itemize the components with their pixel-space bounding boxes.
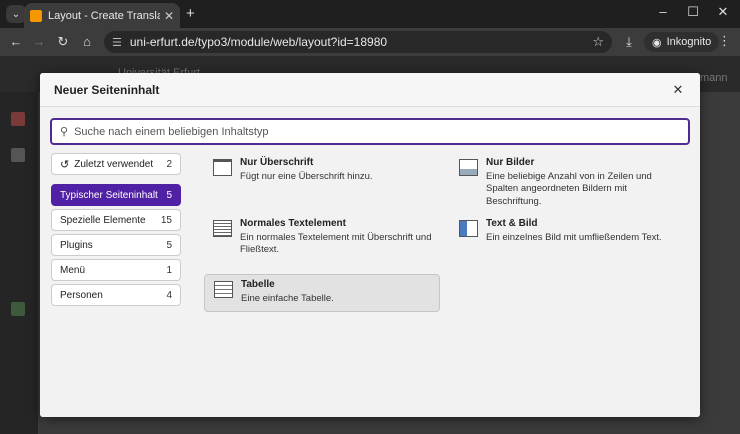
category-count: 2 <box>166 158 172 170</box>
download-icon[interactable]: ⤓ <box>620 33 638 51</box>
module-page-icon <box>11 112 25 126</box>
category-label: Zuletzt verwendet <box>74 158 154 170</box>
forward-icon[interactable]: → <box>30 33 48 51</box>
category-count: 1 <box>166 264 172 276</box>
search-input[interactable] <box>74 125 680 138</box>
content-type-text-image[interactable]: Text & Bild Ein einzelnes Bild mit umfli… <box>450 214 686 252</box>
browser-toolbar: ← → ↻ ⌂ ☰ uni-erfurt.de/typo3/module/web… <box>0 28 740 56</box>
content-type-desc: Fügt nur eine Überschrift hinzu. <box>240 171 373 182</box>
content-type-header[interactable]: Nur Überschrift Fügt nur eine Überschrif… <box>204 153 440 191</box>
new-tab-icon[interactable]: + <box>186 5 195 22</box>
content-type-title: Tabelle <box>241 279 275 290</box>
category-label: Plugins <box>60 239 93 251</box>
modal-header: Neuer Seiteninhalt ✕ <box>40 73 700 107</box>
content-type-title: Text & Bild <box>486 218 538 229</box>
content-type-images[interactable]: Nur Bilder Eine beliebige Anzahl von in … <box>450 153 686 207</box>
category-typical[interactable]: Typischer Seiteninhalt 5 <box>51 184 181 206</box>
category-count: 15 <box>160 214 172 226</box>
search-icon: ⚲ <box>60 126 69 138</box>
history-icon: ↺ <box>60 158 70 171</box>
content-type-text[interactable]: Normales Textelement Ein normales Textel… <box>204 214 440 255</box>
content-type-desc: Eine beliebige Anzahl von in Zeilen und … <box>486 171 652 207</box>
content-type-title: Nur Überschrift <box>240 157 314 168</box>
window-close-icon[interactable]: ✕ <box>714 4 732 20</box>
typo3-favicon-icon <box>30 9 42 22</box>
category-label: Personen <box>60 289 103 301</box>
reload-icon[interactable]: ↻ <box>54 33 72 51</box>
category-count: 5 <box>166 189 172 201</box>
content-type-search[interactable]: ⚲ <box>50 118 690 145</box>
category-label: Menü <box>60 264 86 276</box>
maximize-icon[interactable]: ☐ <box>684 4 702 20</box>
category-label: Typischer Seiteninhalt <box>60 189 158 201</box>
category-count: 4 <box>166 289 172 301</box>
browser-menu-icon[interactable]: ⋮ <box>718 33 731 49</box>
module-extension-icon <box>11 302 25 316</box>
category-special[interactable]: Spezielle Elemente 15 <box>51 209 181 231</box>
category-persons[interactable]: Personen 4 <box>51 284 181 306</box>
module-list-icon <box>11 148 25 162</box>
back-icon[interactable]: ← <box>7 33 25 51</box>
content-type-table[interactable]: Tabelle Eine einfache Tabelle. <box>204 274 440 312</box>
browser-tabbar: ⌄ Layout - Create Translation · Uni ✕ + … <box>0 0 740 28</box>
backend-user-name: mann <box>700 72 728 84</box>
table-element-icon <box>214 281 233 298</box>
content-type-title: Nur Bilder <box>486 157 535 168</box>
url-text: uni-erfurt.de/typo3/module/web/layout?id… <box>129 35 388 49</box>
text-image-element-icon <box>459 220 478 237</box>
home-icon[interactable]: ⌂ <box>78 33 96 51</box>
minimize-icon[interactable]: – <box>654 4 672 19</box>
site-info-icon[interactable]: ☰ <box>112 36 122 49</box>
tab-title: Layout - Create Translation · Uni <box>48 9 160 22</box>
modal-close-icon[interactable]: ✕ <box>670 82 686 98</box>
category-label: Spezielle Elemente <box>60 214 146 226</box>
incognito-icon: ◉ <box>652 36 662 49</box>
tab-search-chevron-icon[interactable]: ⌄ <box>6 5 26 23</box>
text-element-icon <box>213 220 232 237</box>
bookmark-star-icon[interactable]: ☆ <box>592 34 604 50</box>
incognito-label: Inkognito <box>666 36 712 48</box>
new-content-modal: Neuer Seiteninhalt ✕ ⚲ ↺ Zuletzt verwend… <box>40 73 700 417</box>
category-count: 5 <box>166 239 172 251</box>
backend-module-sidebar <box>0 92 38 434</box>
modal-title: Neuer Seiteninhalt <box>54 82 160 97</box>
category-recent[interactable]: ↺ Zuletzt verwendet 2 <box>51 153 181 175</box>
incognito-badge[interactable]: ◉ Inkognito <box>644 32 720 52</box>
content-type-desc: Eine einfache Tabelle. <box>241 293 334 304</box>
address-bar[interactable]: ☰ uni-erfurt.de/typo3/module/web/layout?… <box>104 31 612 53</box>
category-plugins[interactable]: Plugins 5 <box>51 234 181 256</box>
content-type-title: Normales Textelement <box>240 218 346 229</box>
category-menu[interactable]: Menü 1 <box>51 259 181 281</box>
category-list: ↺ Zuletzt verwendet 2 Typischer Seitenin… <box>51 153 181 309</box>
content-type-desc: Ein einzelnes Bild mit umfließendem Text… <box>486 232 662 243</box>
content-type-desc: Ein normales Textelement mit Überschrift… <box>240 232 432 256</box>
image-element-icon <box>459 159 478 176</box>
tab-close-icon[interactable]: ✕ <box>164 9 174 23</box>
modal-body: ⚲ ↺ Zuletzt verwendet 2 Typischer Seiten… <box>40 107 700 417</box>
browser-tab-active[interactable]: Layout - Create Translation · Uni ✕ <box>24 3 180 28</box>
header-element-icon <box>213 159 232 176</box>
